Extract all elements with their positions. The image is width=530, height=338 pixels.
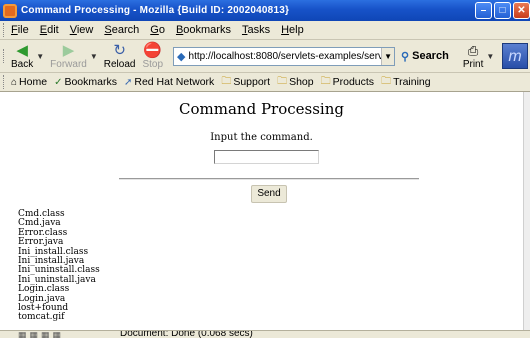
bookmark-training[interactable]: 🗀 Training <box>381 74 431 91</box>
reload-button[interactable]: ↻ Reload <box>103 41 136 70</box>
bookmark-shop-label: Shop <box>289 76 314 88</box>
status-text: Document: Done (0.068 secs) <box>120 330 253 338</box>
bookmark-products[interactable]: 🗀 Products <box>321 74 374 91</box>
bookmark-training-label: Training <box>393 76 431 88</box>
close-button[interactable]: ✕ <box>513 2 530 19</box>
toolbar-grip[interactable] <box>3 75 6 89</box>
menu-file[interactable]: File <box>11 24 29 36</box>
page-title: Command Processing <box>179 100 344 118</box>
window-title: Command Processing - Mozilla {Build ID: … <box>21 5 290 16</box>
folder-icon: 🗀 <box>277 75 288 87</box>
folder-icon: 🗀 <box>381 75 392 87</box>
menu-search[interactable]: Search <box>104 24 139 36</box>
page-content: Command Processing Input the command. Se… <box>0 92 523 330</box>
url-field[interactable]: ◆ http://localhost:8080/servlets-example… <box>173 46 396 66</box>
toolbar-grip[interactable] <box>3 49 6 63</box>
print-label: Print <box>462 58 484 70</box>
component-bar-icons[interactable]: ▦▦▦▦ <box>18 331 64 338</box>
status-bar: ▦▦▦▦ Document: Done (0.068 secs) <box>0 330 530 338</box>
bookmark-home-label: Home <box>19 76 48 88</box>
bookmark-red-hat-network[interactable]: ➚ Red Hat Network <box>124 76 214 88</box>
search-icon: ⚲ <box>401 50 410 63</box>
print-button[interactable]: ⎙ Print <box>463 43 484 70</box>
page-proxy-icon: ◆ <box>177 50 186 63</box>
back-history-dropdown[interactable]: ▼ <box>36 52 44 61</box>
menu-tasks[interactable]: Tasks <box>242 24 270 36</box>
menu-view[interactable]: View <box>70 24 94 36</box>
forward-button[interactable]: ▶ Forward <box>50 41 87 70</box>
bookmark-home[interactable]: ⌂ Home <box>11 76 47 88</box>
reload-label: Reload <box>103 58 136 70</box>
forward-history-dropdown[interactable]: ▼ <box>90 52 98 61</box>
file-list: Cmd.class Cmd.java Error.class Error.jav… <box>18 209 100 323</box>
toolbar-grip[interactable] <box>3 23 6 37</box>
folder-icon: 🗀 <box>221 75 232 87</box>
minimize-button[interactable]: – <box>475 2 492 19</box>
command-prompt-label: Input the command. <box>210 132 313 143</box>
bookmark-link-icon: ➚ <box>123 76 133 88</box>
url-text[interactable]: http://localhost:8080/servlets-examples/… <box>189 51 382 62</box>
forward-label: Forward <box>50 58 87 70</box>
mozilla-app-icon <box>3 3 17 18</box>
bookmark-support[interactable]: 🗀 Support <box>221 74 270 91</box>
menu-bookmarks[interactable]: Bookmarks <box>176 24 231 36</box>
back-arrow-icon: ◀ <box>16 41 28 59</box>
menu-edit[interactable]: Edit <box>40 24 59 36</box>
title-bar: Command Processing - Mozilla {Build ID: … <box>0 0 530 21</box>
reload-icon: ↻ <box>113 41 126 59</box>
bookmarks-icon: ✓ <box>54 76 63 88</box>
command-input[interactable] <box>214 150 319 164</box>
bookmark-bookmarks-label: Bookmarks <box>64 76 117 88</box>
vertical-scrollbar[interactable] <box>523 92 530 330</box>
menu-go[interactable]: Go <box>150 24 165 36</box>
personal-toolbar: ⌂ Home ✓ Bookmarks ➚ Red Hat Network 🗀 S… <box>0 73 530 92</box>
bookmark-support-label: Support <box>233 76 271 88</box>
search-label: Search <box>412 50 449 62</box>
window-controls: – □ ✕ <box>473 2 530 19</box>
stop-label: Stop <box>142 58 164 70</box>
send-button[interactable]: Send <box>251 185 287 203</box>
menu-help[interactable]: Help <box>281 24 304 36</box>
menu-bar: File Edit View Search Go Bookmarks Tasks… <box>0 21 530 40</box>
bookmark-shop[interactable]: 🗀 Shop <box>277 74 314 91</box>
back-label: Back <box>11 58 34 70</box>
folder-icon: 🗀 <box>320 75 331 87</box>
mozilla-throbber-icon[interactable]: m <box>502 43 528 69</box>
forward-arrow-icon: ▶ <box>62 41 75 59</box>
search-button[interactable]: ⚲ Search <box>401 50 449 63</box>
maximize-button[interactable]: □ <box>494 2 511 19</box>
home-icon: ⌂ <box>11 76 18 88</box>
back-button[interactable]: ◀ Back <box>11 41 34 70</box>
stop-icon: ⛔ <box>143 41 163 59</box>
url-history-dropdown[interactable]: ▼ <box>381 47 395 65</box>
stop-button[interactable]: ⛔ Stop <box>142 41 164 70</box>
file-list-item: tomcat.gif <box>18 312 65 323</box>
navigation-toolbar: ◀ Back ▼ ▶ Forward ▼ ↻ Reload ⛔ Stop ◆ h… <box>0 40 530 73</box>
bookmark-products-label: Products <box>332 76 375 88</box>
print-dropdown[interactable]: ▼ <box>486 52 494 61</box>
bookmark-red-hat-network-label: Red Hat Network <box>134 76 215 88</box>
bookmark-bookmarks[interactable]: ✓ Bookmarks <box>54 76 117 88</box>
printer-icon: ⎙ <box>467 42 479 58</box>
horizontal-rule <box>119 178 419 180</box>
